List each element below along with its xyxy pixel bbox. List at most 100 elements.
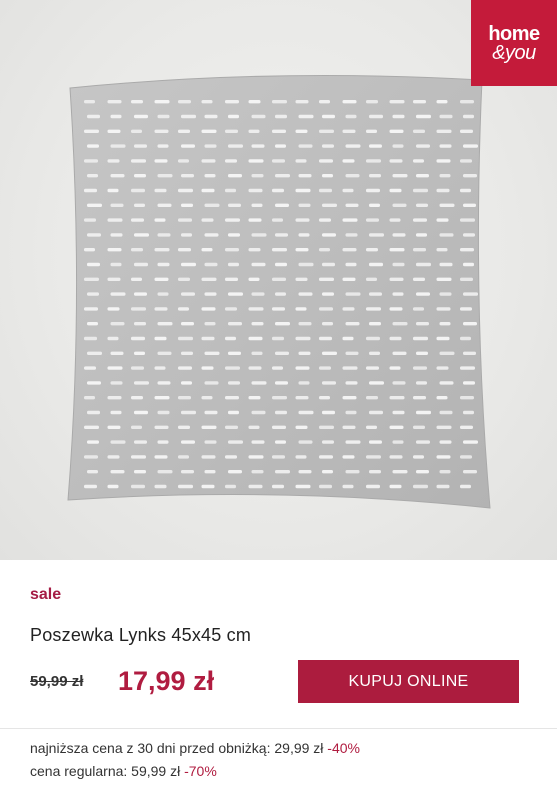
stitch [225, 277, 238, 281]
stitch [295, 218, 310, 222]
stitch [248, 307, 264, 311]
stitch [392, 322, 408, 326]
stitch [389, 129, 404, 133]
stitch [463, 322, 477, 326]
stitch [272, 100, 287, 104]
stitch [272, 277, 286, 281]
stitch [131, 100, 143, 104]
stitch [392, 114, 405, 119]
stitch [87, 381, 101, 385]
stitch [463, 410, 474, 415]
stitch [369, 322, 381, 326]
stitch [131, 336, 145, 341]
stitch [319, 396, 330, 400]
stitch [366, 366, 379, 370]
stitch [157, 144, 169, 148]
stitch [134, 322, 146, 326]
stitch [272, 336, 284, 341]
stitch [319, 248, 330, 252]
stitch [251, 262, 266, 267]
stitch [319, 100, 330, 104]
stitch [436, 366, 449, 370]
stitch [201, 336, 215, 341]
stitch [84, 336, 97, 341]
stitch [439, 292, 452, 296]
stitch [178, 336, 193, 341]
stitch [366, 484, 380, 489]
stitch [369, 262, 383, 267]
stitch [275, 233, 288, 237]
stitch [225, 455, 237, 459]
stitch [107, 159, 120, 163]
stitch [178, 484, 193, 489]
stitch [322, 262, 335, 267]
stitch [201, 248, 213, 252]
stitch [201, 159, 216, 163]
stitch [204, 351, 220, 355]
stitch [110, 144, 126, 148]
product-info: sale Poszewka Lynks 45x45 cm 59,99 zł 17… [0, 560, 557, 800]
stitch [181, 351, 193, 355]
stitch [436, 159, 451, 163]
regular-price-note: cena regularna: 59,99 zł -70% [30, 763, 217, 779]
stitch [107, 484, 119, 489]
stitch [322, 174, 333, 178]
stitch [228, 440, 243, 444]
stitch [463, 351, 476, 355]
stitch [87, 292, 99, 296]
stitch [248, 159, 264, 163]
stitch [319, 455, 333, 459]
stitch [178, 396, 191, 400]
stitch [392, 351, 407, 355]
stitch [87, 351, 102, 355]
stitch [201, 307, 216, 311]
stitch [416, 322, 429, 326]
stitch [201, 396, 213, 400]
stitch [272, 307, 285, 311]
stitch [181, 203, 193, 207]
stitch [322, 114, 335, 119]
sale-badge: sale [30, 586, 62, 603]
stitch [181, 292, 195, 296]
stitch [413, 188, 428, 193]
stitch [460, 129, 473, 133]
product-title[interactable]: Poszewka Lynks 45x45 cm [30, 625, 251, 646]
stitch [87, 144, 99, 148]
stitch [298, 351, 311, 355]
brand-logo[interactable]: home &you [471, 0, 557, 86]
stitch [463, 174, 477, 178]
stitch [439, 262, 453, 267]
product-image[interactable]: home &you [0, 0, 557, 560]
stitch [107, 307, 120, 311]
stitch [275, 470, 290, 474]
stitch [392, 144, 404, 148]
stitch [134, 292, 147, 296]
stitch [295, 100, 309, 104]
stitch [416, 174, 429, 178]
stitch [228, 410, 239, 415]
stitch [251, 233, 267, 237]
stitch [272, 455, 285, 459]
stitch [436, 425, 452, 429]
new-price: 17,99 zł [118, 666, 215, 696]
stitch [178, 159, 189, 163]
stitch [131, 455, 146, 459]
stitch [275, 144, 286, 148]
stitch [439, 322, 451, 326]
stitch [460, 425, 473, 429]
stitch [275, 203, 289, 207]
stitch [413, 425, 425, 429]
stitch [87, 203, 102, 207]
stitch [134, 203, 145, 207]
stitch [134, 440, 147, 444]
stitch [154, 277, 169, 281]
stitch [389, 100, 405, 104]
stitch [157, 114, 170, 119]
stitch [248, 455, 264, 459]
stitch [369, 144, 382, 148]
stitch [204, 322, 216, 326]
buy-online-button[interactable]: KUPUJ ONLINE [298, 660, 519, 703]
stitch [460, 188, 471, 193]
stitch [366, 336, 380, 341]
stitch [275, 114, 287, 119]
